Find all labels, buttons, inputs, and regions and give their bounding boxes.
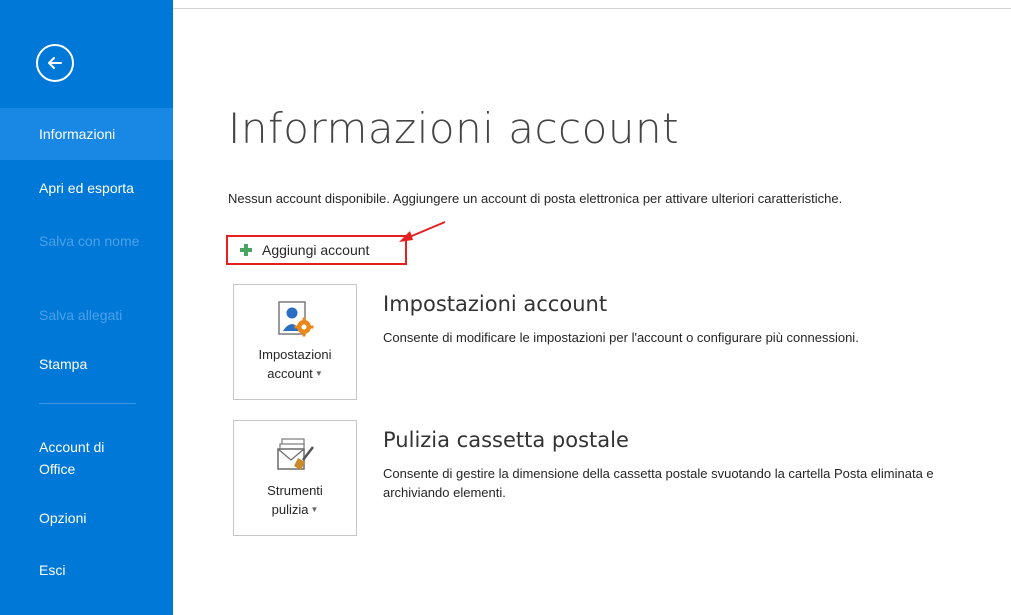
backstage-sidebar: Informazioni Apri ed esporta Salva con n… [0,0,173,615]
no-account-message: Nessun account disponibile. Aggiungere u… [228,191,843,206]
sidebar-item-esci[interactable]: Esci [0,560,173,581]
cleanup-tools-tile-label: Strumenti pulizia ▼ [234,481,356,519]
cleanup-tools-icon [277,438,314,470]
add-account-label: Aggiungi account [262,242,370,258]
top-divider [173,8,1011,9]
back-button[interactable] [36,44,74,82]
sidebar-item-stampa[interactable]: Stampa [0,354,173,375]
sidebar-item-label: Apri ed esporta [39,180,134,196]
account-settings-icon [278,301,314,337]
page-title: Informazioni account [228,104,680,153]
plus-icon [240,244,252,256]
sidebar-item-account-office[interactable]: Account di Office [0,436,140,480]
tile-label-line1: Strumenti [267,483,323,498]
account-settings-tile[interactable]: Impostazioni account ▼ [233,284,357,400]
sidebar-item-label: Salva con nome [39,233,140,249]
account-settings-description: Consente di modificare le impostazioni p… [383,330,859,345]
main-panel: Informazioni account Nessun account disp… [173,0,1011,615]
account-settings-heading: Impostazioni account [383,292,608,316]
sidebar-divider [39,403,136,404]
tile-label-line2: pulizia [271,502,309,517]
sidebar-item-salva-con-nome: Salva con nome [0,230,150,253]
sidebar-item-informazioni[interactable]: Informazioni [0,108,173,160]
sidebar-item-label: Opzioni [39,510,87,526]
sidebar-item-salva-allegati: Salva allegati [0,305,173,326]
mailbox-cleanup-description: Consente di gestire la dimensione della … [383,466,934,500]
mailbox-cleanup-heading: Pulizia cassetta postale [383,428,629,452]
dropdown-caret-icon: ▼ [314,369,323,378]
cleanup-tools-tile[interactable]: Strumenti pulizia ▼ [233,420,357,536]
sidebar-item-apri-esporta[interactable]: Apri ed esporta [0,178,173,199]
account-settings-tile-label: Impostazioni account ▼ [234,345,356,383]
annotation-arrow-icon [399,221,446,242]
tile-label-line1: Impostazioni [258,347,332,362]
sidebar-item-label: Esci [39,562,66,578]
sidebar-item-label: Salva allegati [39,307,123,323]
sidebar-item-opzioni[interactable]: Opzioni [0,508,173,529]
tile-label-line2: account [267,366,313,381]
dropdown-caret-icon: ▼ [310,505,319,514]
sidebar-item-label: Informazioni [39,126,116,142]
back-arrow-icon [48,57,62,69]
sidebar-item-label: Account di Office [39,439,105,477]
add-account-button[interactable]: Aggiungi account [226,235,407,265]
sidebar-item-label: Stampa [39,356,88,372]
